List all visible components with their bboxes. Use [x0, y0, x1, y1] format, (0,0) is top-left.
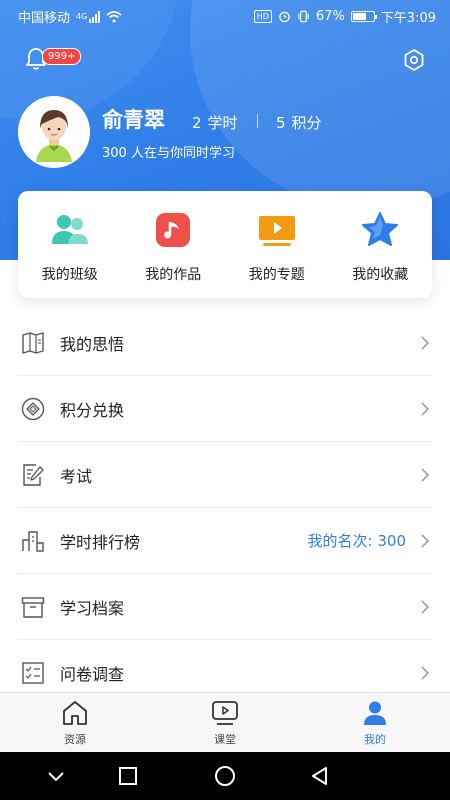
online-learners-text: 300 人在与你同时学习: [102, 146, 235, 161]
study-hours-stat[interactable]: 2 学时: [192, 112, 238, 133]
menu-item-exam[interactable]: 考试: [18, 442, 432, 508]
chevron-down-icon[interactable]: [46, 766, 66, 786]
quick-action-label: 我的收藏: [352, 267, 409, 283]
profile-menu-list: 我的思悟 积分兑换 考试 学时排行榜 我的名次: 300 学习档案 问卷调查: [18, 310, 432, 706]
quick-action-label: 我的班级: [41, 267, 98, 283]
users-icon: [50, 210, 90, 250]
system-nav-bar: [0, 752, 450, 800]
quick-action-my-favorites[interactable]: 我的收藏: [329, 191, 433, 298]
tab-mine[interactable]: 我的: [300, 693, 450, 752]
music-note-icon: [153, 210, 193, 250]
user-name: 俞青翠: [102, 108, 165, 132]
carrier-text: 中国移动: [18, 11, 71, 26]
clock-time: 下午3:09: [380, 11, 436, 26]
quick-action-label: 我的专题: [248, 267, 305, 283]
book-icon: [20, 330, 46, 356]
home-button-icon[interactable]: [214, 765, 236, 787]
menu-item-label: 积分兑换: [60, 400, 125, 420]
menu-item-label: 学时排行榜: [60, 532, 141, 552]
battery-icon: [350, 11, 377, 22]
checklist-icon: [20, 660, 46, 686]
star-icon: [360, 210, 400, 250]
chevron-right-icon: [421, 533, 430, 548]
points-value: 5: [276, 114, 286, 132]
quick-action-my-works[interactable]: 我的作品: [122, 191, 226, 298]
stat-divider: [257, 114, 258, 128]
menu-item-hours-ranking[interactable]: 学时排行榜 我的名次: 300: [18, 508, 432, 574]
quick-action-my-class[interactable]: 我的班级: [18, 191, 122, 298]
notification-badge: 999+: [42, 48, 82, 65]
person-icon: [364, 701, 386, 725]
chevron-right-icon: [421, 401, 430, 416]
exam-edit-icon: [20, 462, 46, 488]
quick-action-my-topics[interactable]: 我的专题: [225, 191, 329, 298]
tab-classroom[interactable]: 课堂: [150, 693, 300, 752]
signal-icon: [89, 10, 101, 23]
tab-label: 课堂: [214, 733, 236, 746]
back-icon[interactable]: [310, 766, 330, 786]
quick-action-label: 我的作品: [145, 267, 202, 283]
tab-label: 我的: [364, 733, 386, 746]
battery-percent: 67%: [315, 9, 345, 24]
play-screen-icon: [257, 210, 297, 250]
wifi-icon: [106, 10, 122, 22]
avatar[interactable]: [18, 96, 90, 168]
menu-item-label: 我的思悟: [60, 334, 125, 354]
chevron-right-icon: [421, 335, 430, 350]
tab-resources[interactable]: 资源: [0, 693, 150, 752]
menu-item-label: 学习档案: [60, 598, 125, 618]
recent-apps-icon[interactable]: [118, 766, 138, 786]
hd-icon: HD: [253, 10, 272, 23]
menu-item-label: 问卷调查: [60, 665, 125, 684]
chevron-right-icon: [421, 599, 430, 614]
menu-item-my-thoughts[interactable]: 我的思悟: [18, 310, 432, 376]
vibrate-icon: [298, 10, 309, 23]
menu-item-points-exchange[interactable]: 积分兑换: [18, 376, 432, 442]
chevron-right-icon: [421, 467, 430, 482]
video-play-icon: [212, 701, 238, 725]
points-stat[interactable]: 5 积分: [276, 112, 322, 133]
my-rank-text: 我的名次: 300: [307, 532, 406, 550]
status-bar: 中国移动 4G HD 67% 下午3:09: [0, 0, 450, 32]
bottom-tab-bar: 资源 课堂 我的: [0, 692, 450, 752]
alarm-icon: [279, 11, 290, 23]
tab-label: 资源: [64, 733, 86, 746]
menu-item-label: 考试: [60, 466, 93, 486]
exchange-icon: [20, 396, 46, 422]
points-label: 积分: [291, 114, 322, 132]
home-icon: [63, 701, 87, 725]
study-hours-label: 学时: [207, 114, 238, 132]
network-type: 4G: [76, 12, 88, 21]
menu-item-learning-archive[interactable]: 学习档案: [18, 574, 432, 640]
settings-icon[interactable]: [402, 48, 426, 72]
chevron-right-icon: [421, 666, 430, 680]
study-hours-value: 2: [192, 114, 202, 132]
quick-actions-card: 我的班级 我的作品 我的专题 我的收藏: [18, 191, 432, 298]
ranking-icon: [20, 528, 46, 554]
archive-box-icon: [20, 594, 46, 620]
